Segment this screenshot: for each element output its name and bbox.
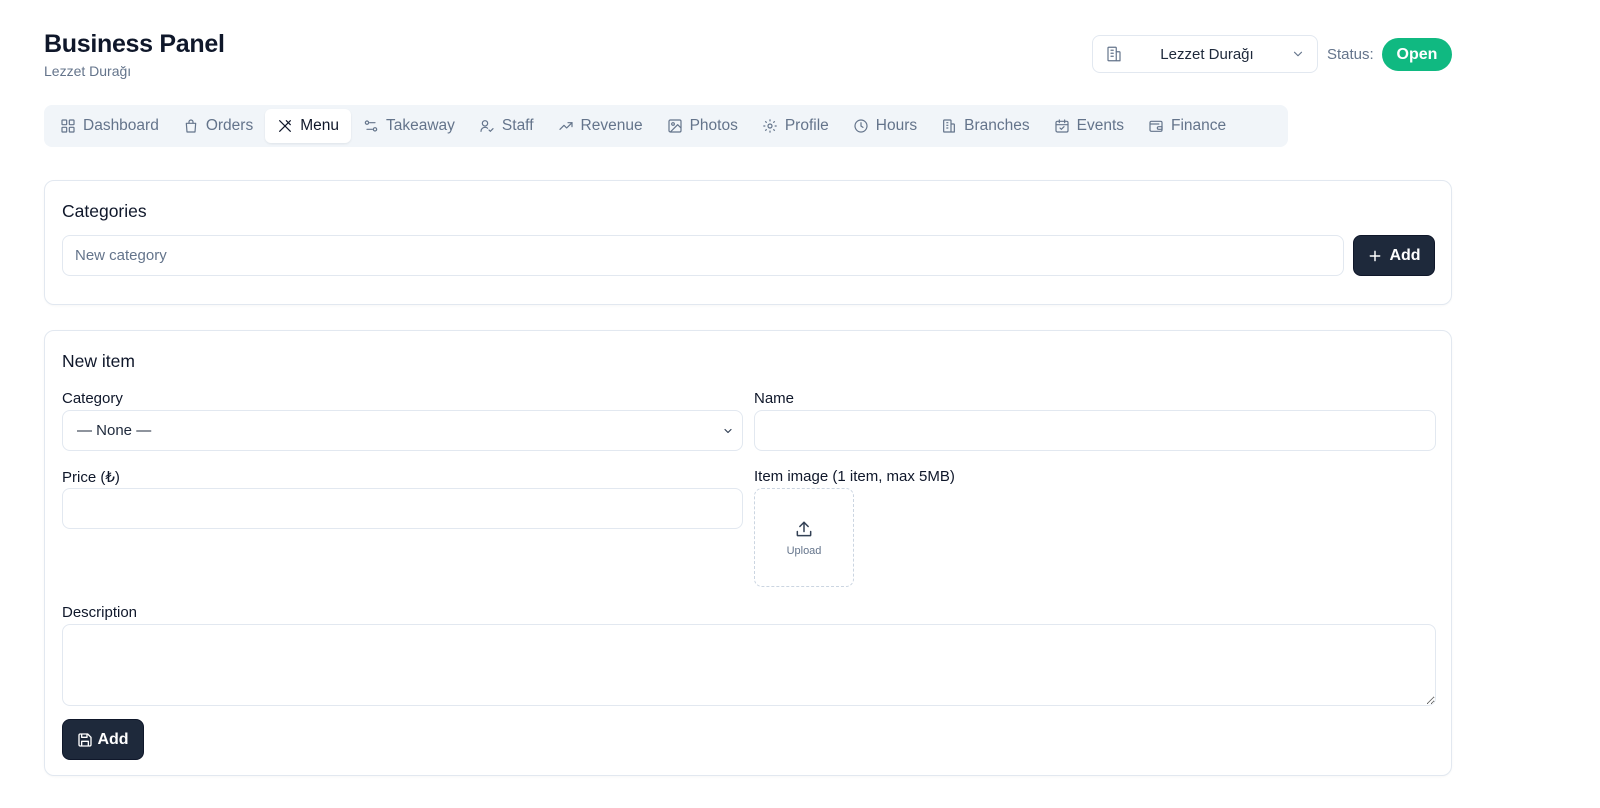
tab-revenue[interactable]: Revenue <box>546 109 655 143</box>
name-label: Name <box>754 390 795 407</box>
tab-takeaway[interactable]: Takeaway <box>351 109 467 143</box>
new-item-title: New item <box>62 351 135 371</box>
description-label: Description <box>62 604 138 621</box>
page-title: Business Panel <box>44 30 225 58</box>
tab-label: Branches <box>964 117 1030 134</box>
tab-staff[interactable]: Staff <box>467 109 546 143</box>
page-subtitle: Lezzet Durağı <box>44 63 132 79</box>
chevron-down-icon <box>724 428 732 434</box>
category-select[interactable]: — None — <box>62 410 743 451</box>
plus-icon <box>1370 250 1381 261</box>
upload-icon <box>796 521 812 536</box>
calendar-check-icon <box>1055 119 1069 133</box>
nav-tabs: Dashboard Orders Menu Takeaway Staff Rev… <box>44 105 1288 147</box>
branch-select[interactable]: Lezzet Durağı <box>1092 35 1318 73</box>
utensils-icon <box>279 120 292 132</box>
categories-card: Categories Add <box>44 180 1452 305</box>
tab-label: Dashboard <box>83 117 159 134</box>
new-category-input[interactable] <box>62 235 1344 276</box>
tab-label: Finance <box>1171 117 1227 134</box>
description-textarea[interactable] <box>62 624 1436 706</box>
tab-orders[interactable]: Orders <box>171 109 265 143</box>
add-item-label: Add <box>97 730 129 748</box>
grid-icon <box>61 119 75 133</box>
tab-menu[interactable]: Menu <box>265 109 351 143</box>
add-category-label: Add <box>1389 246 1421 264</box>
bag-icon <box>185 119 197 133</box>
branch-select-value: Lezzet Durağı <box>1160 45 1254 63</box>
tab-label: Takeaway <box>385 117 455 134</box>
tab-label: Hours <box>875 117 918 134</box>
name-input[interactable] <box>754 410 1436 451</box>
tab-events[interactable]: Events <box>1042 109 1136 143</box>
tab-finance[interactable]: Finance <box>1136 109 1238 143</box>
upload-label: Upload <box>786 544 822 557</box>
gear-icon <box>763 119 777 133</box>
wallet-icon <box>1149 120 1163 132</box>
save-icon <box>78 732 93 747</box>
category-label: Category <box>62 390 123 407</box>
clock-icon <box>854 119 868 133</box>
price-label: Price (₺) <box>62 469 120 486</box>
route-icon <box>364 120 378 132</box>
status-badge[interactable]: Open <box>1382 38 1452 71</box>
tab-label: Photos <box>689 117 738 134</box>
tab-photos[interactable]: Photos <box>655 109 750 143</box>
buildings-icon <box>943 119 956 133</box>
upload-dropzone[interactable]: Upload <box>754 488 854 587</box>
tab-label: Profile <box>784 117 829 134</box>
building-icon <box>1107 46 1121 62</box>
chevron-down-icon <box>1293 51 1303 57</box>
status-label: Status: <box>1327 46 1374 63</box>
category-select-value: — None — <box>77 422 152 439</box>
tab-branches[interactable]: Branches <box>929 109 1041 143</box>
trending-up-icon <box>558 122 573 130</box>
tab-hours[interactable]: Hours <box>841 109 929 143</box>
tab-profile[interactable]: Profile <box>750 109 841 143</box>
page-header: Business Panel Lezzet Durağı <box>44 30 225 79</box>
tab-label: Revenue <box>580 117 643 134</box>
tab-label: Menu <box>300 117 339 134</box>
price-input[interactable] <box>62 488 743 529</box>
tab-label: Orders <box>205 117 254 134</box>
new-item-card: New item Category — None — Name Price (₺… <box>44 330 1452 776</box>
add-item-button[interactable]: Add <box>62 719 144 760</box>
tab-label: Events <box>1076 117 1125 134</box>
user-check-icon <box>480 120 494 133</box>
tab-dashboard[interactable]: Dashboard <box>48 109 171 143</box>
image-icon <box>667 119 682 133</box>
categories-title: Categories <box>62 201 147 221</box>
item-image-label: Item image (1 item, max 5MB) <box>754 468 955 485</box>
add-category-button[interactable]: Add <box>1353 235 1435 276</box>
tab-label: Staff <box>501 117 534 134</box>
